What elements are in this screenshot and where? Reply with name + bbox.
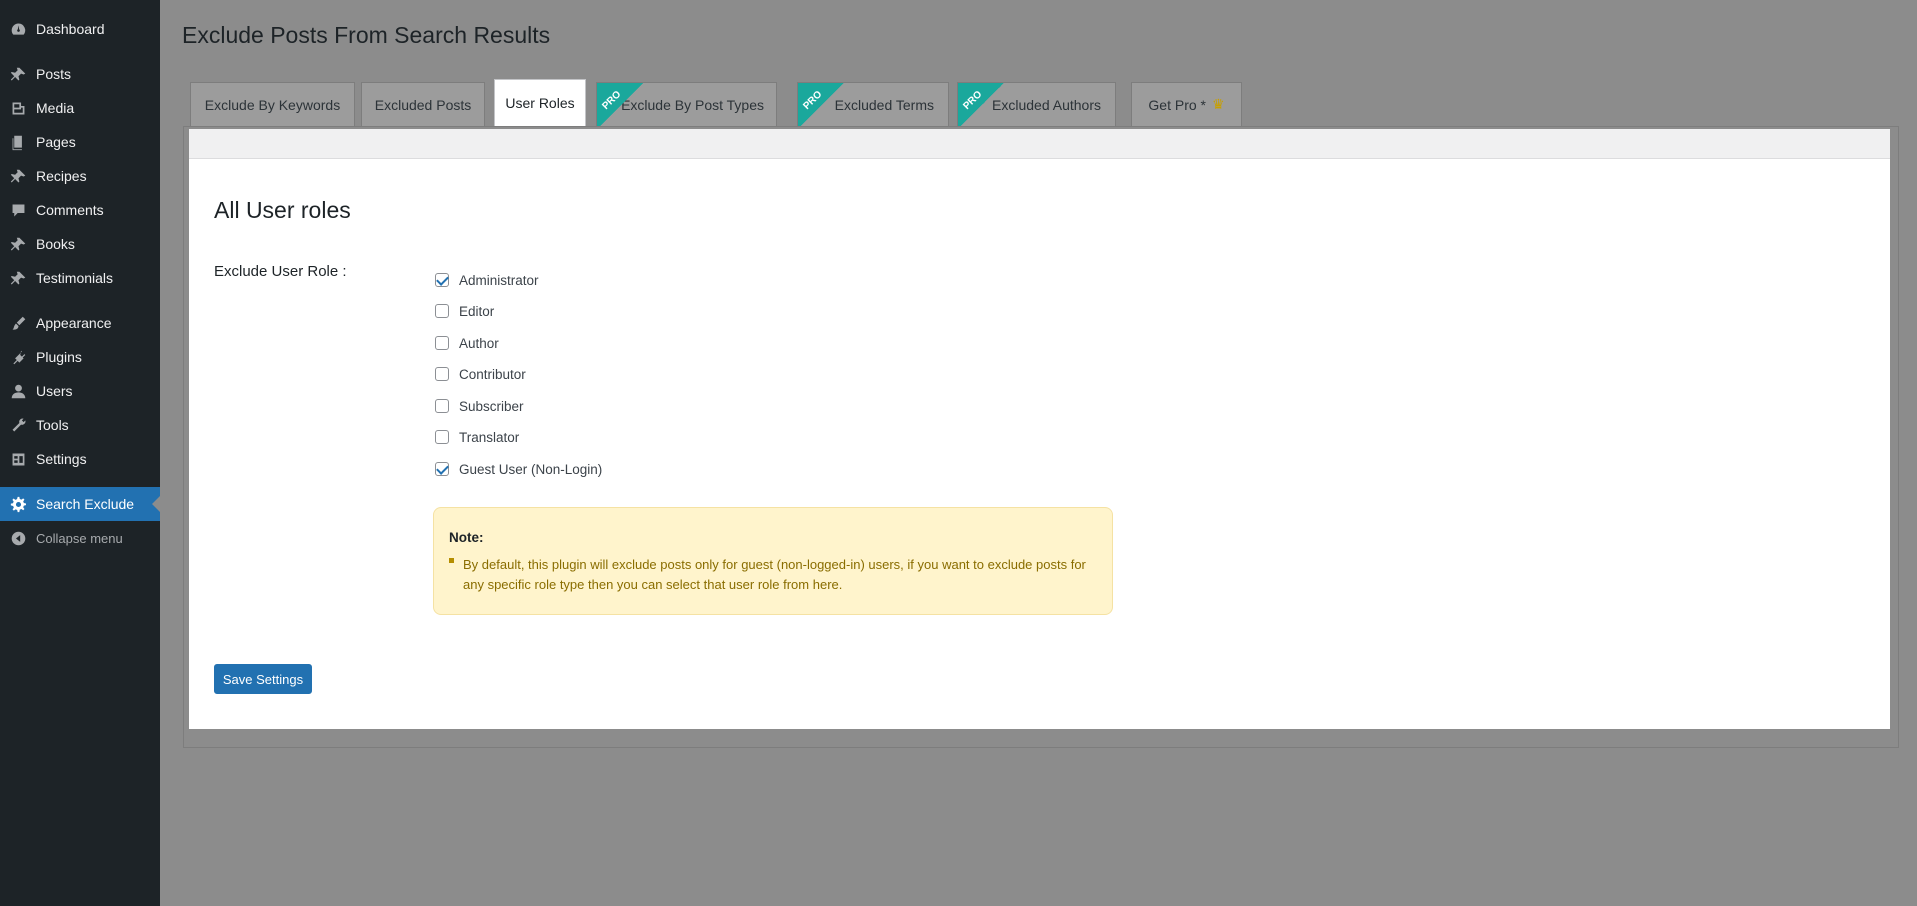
role-guest-user[interactable]: Guest User (Non-Login)	[435, 459, 602, 479]
sidebar-item-label: Media	[36, 100, 75, 116]
pin-icon	[8, 166, 28, 186]
sidebar-item-plugins[interactable]: Plugins	[0, 340, 160, 374]
sidebar-item-label: Comments	[36, 202, 104, 218]
sidebar-item-posts[interactable]: Posts	[0, 57, 160, 91]
comment-icon	[8, 200, 28, 220]
sidebar-item-label: Plugins	[36, 349, 82, 365]
admin-sidebar: Dashboard Posts Media Pages Recipes Comm…	[0, 0, 160, 906]
tab-label: Excluded Authors	[992, 96, 1101, 113]
role-label: Author	[459, 335, 499, 351]
sidebar-item-testimonials[interactable]: Testimonials	[0, 261, 160, 295]
tab-label: Excluded Terms	[834, 96, 934, 113]
role-label: Subscriber	[459, 398, 524, 414]
tab-excluded-posts[interactable]: Excluded Posts	[361, 82, 485, 126]
user-icon	[8, 381, 28, 401]
sidebar-item-label: Recipes	[36, 168, 87, 184]
sidebar-item-appearance[interactable]: Appearance	[0, 306, 160, 340]
role-label: Editor	[459, 303, 495, 319]
bullet-icon	[449, 553, 457, 563]
sidebar-item-media[interactable]: Media	[0, 91, 160, 125]
checkbox[interactable]	[435, 336, 449, 350]
media-icon	[8, 98, 28, 118]
main-content: Exclude Posts From Search Results Exclud…	[160, 0, 1917, 906]
sidebar-item-label: Search Exclude	[36, 496, 135, 512]
note-text: By default, this plugin will exclude pos…	[463, 557, 1086, 592]
page-title: Exclude Posts From Search Results	[182, 22, 551, 48]
sidebar-item-dashboard[interactable]: Dashboard	[0, 12, 160, 46]
pro-badge: PRO	[798, 83, 844, 126]
note-box: Note: By default, this plugin will exclu…	[433, 507, 1113, 615]
settings-panel: All User roles Exclude User Role : Admin…	[189, 129, 1890, 729]
sidebar-item-search-exclude[interactable]: Search Exclude	[0, 487, 160, 521]
collapse-icon	[8, 528, 28, 548]
role-label: Translator	[459, 429, 520, 445]
panel-header	[189, 129, 1890, 159]
sidebar-item-pages[interactable]: Pages	[0, 125, 160, 159]
pin-icon	[8, 268, 28, 288]
sidebar-item-label: Appearance	[36, 315, 112, 331]
tab-user-roles[interactable]: User Roles	[494, 79, 586, 126]
tab-exclude-by-keywords[interactable]: Exclude By Keywords	[190, 82, 355, 126]
role-author[interactable]: Author	[435, 333, 499, 353]
sidebar-item-label: Collapse menu	[36, 530, 123, 546]
pro-badge: PRO	[597, 83, 643, 126]
tab-label: User Roles	[505, 95, 575, 111]
checkbox[interactable]	[435, 304, 449, 318]
sidebar-item-comments[interactable]: Comments	[0, 193, 160, 227]
dashboard-icon	[8, 19, 28, 39]
checkbox[interactable]	[435, 367, 449, 381]
role-label: Guest User (Non-Login)	[459, 461, 603, 477]
sidebar-item-settings[interactable]: Settings	[0, 442, 160, 476]
role-editor[interactable]: Editor	[435, 301, 494, 321]
checkbox[interactable]	[435, 430, 449, 444]
collapse-menu-button[interactable]: Collapse menu	[0, 521, 160, 555]
save-settings-button[interactable]: Save Settings	[214, 664, 312, 694]
tab-excluded-authors[interactable]: PRO Excluded Authors	[957, 82, 1116, 126]
section-title: All User roles	[214, 197, 351, 223]
sidebar-item-label: Testimonials	[36, 270, 114, 286]
pages-icon	[8, 132, 28, 152]
pin-icon	[8, 234, 28, 254]
checkbox[interactable]	[435, 399, 449, 413]
sidebar-item-recipes[interactable]: Recipes	[0, 159, 160, 193]
checkbox[interactable]	[435, 462, 449, 476]
sidebar-item-label: Dashboard	[36, 21, 105, 37]
gear-icon	[8, 494, 28, 514]
brush-icon	[8, 313, 28, 333]
pin-icon	[8, 64, 28, 84]
sidebar-item-label: Books	[36, 236, 75, 252]
note-title: Note:	[449, 530, 484, 545]
role-label: Contributor	[459, 366, 526, 382]
sidebar-item-books[interactable]: Books	[0, 227, 160, 261]
sidebar-item-label: Pages	[36, 134, 76, 150]
tab-excluded-terms[interactable]: PRO Excluded Terms	[797, 82, 949, 126]
tab-label: Excluded Posts	[374, 96, 472, 113]
role-translator[interactable]: Translator	[435, 427, 519, 447]
role-subscriber[interactable]: Subscriber	[435, 396, 524, 416]
sidebar-item-label: Users	[36, 383, 73, 399]
field-label: Exclude User Role :	[214, 263, 347, 280]
tab-get-pro[interactable]: Get Pro * ♛	[1131, 82, 1242, 126]
wrench-icon	[8, 415, 28, 435]
role-label: Administrator	[459, 272, 539, 288]
sidebar-item-label: Posts	[36, 66, 72, 82]
sidebar-item-users[interactable]: Users	[0, 374, 160, 408]
crown-icon: ♛	[1212, 96, 1225, 112]
pro-badge: PRO	[958, 83, 1004, 126]
tab-exclude-by-post-types[interactable]: PRO Exclude By Post Types	[596, 82, 777, 126]
settings-icon	[8, 449, 28, 469]
tab-label: Get Pro *	[1148, 96, 1207, 113]
plug-icon	[8, 347, 28, 367]
role-contributor[interactable]: Contributor	[435, 364, 526, 384]
sidebar-item-tools[interactable]: Tools	[0, 408, 160, 442]
sidebar-item-label: Tools	[36, 417, 69, 433]
sidebar-item-label: Settings	[36, 451, 87, 467]
checkbox[interactable]	[435, 273, 449, 287]
role-administrator[interactable]: Administrator	[435, 270, 539, 290]
tab-label: Exclude By Keywords	[204, 96, 341, 113]
